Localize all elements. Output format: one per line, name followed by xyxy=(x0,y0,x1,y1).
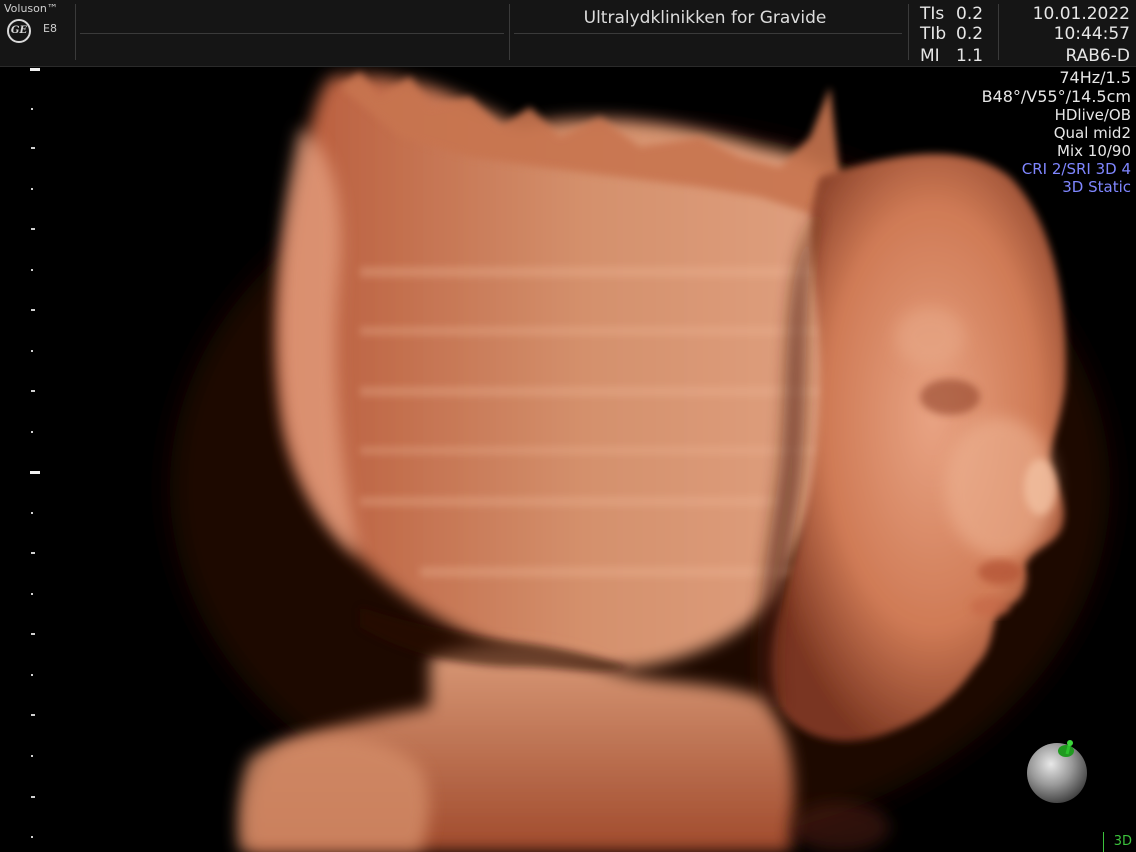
acquisition-status: 3D Static xyxy=(1062,178,1131,196)
param-label: MI xyxy=(920,46,940,66)
header-divider xyxy=(75,4,76,60)
brand-name: Voluson™ xyxy=(4,2,58,15)
header-field-line xyxy=(514,33,902,34)
header-bar: Voluson™ GE E8 Ultralydklinikken for Gra… xyxy=(0,0,1136,67)
param-mi: MI 1.1 xyxy=(920,46,990,66)
ge-logo-icon: GE xyxy=(7,19,31,43)
model-name: E8 xyxy=(43,22,57,35)
param-tis: TIs 0.2 xyxy=(920,4,990,24)
exam-date: 10.01.2022 xyxy=(1032,4,1130,24)
param-value: 0.2 xyxy=(956,24,984,44)
param-value: 1.1 xyxy=(956,46,984,66)
header-divider xyxy=(998,4,999,60)
clinic-name: Ultralydklinikken for Gravide xyxy=(583,8,827,28)
header-divider xyxy=(509,4,510,60)
frame-rate: 74Hz/1.5 xyxy=(1059,68,1131,87)
param-value: 0.2 xyxy=(956,4,984,24)
cri-sri-setting: CRI 2/SRI 3D 4 xyxy=(1021,160,1131,178)
scan-geometry: B48°/V55°/14.5cm xyxy=(981,87,1131,106)
depth-scale xyxy=(30,68,40,838)
ultrasound-image-area[interactable] xyxy=(0,67,1136,852)
exam-time: 10:44:57 xyxy=(1053,24,1130,44)
header-field-line xyxy=(80,33,504,34)
fetal-3d-render xyxy=(170,72,1110,852)
view-mode-label: 3D xyxy=(1113,834,1132,849)
param-tib: TIb 0.2 xyxy=(920,24,990,44)
probe-name: RAB6-D xyxy=(1065,46,1130,66)
header-divider xyxy=(908,4,909,60)
render-mode: HDlive/OB xyxy=(1054,106,1131,124)
quality-setting: Qual mid2 xyxy=(1053,124,1131,142)
param-label: TIb xyxy=(920,24,947,44)
acquisition-params: 74Hz/1.5 B48°/V55°/14.5cm HDlive/OB Qual… xyxy=(982,68,1131,196)
mix-setting: Mix 10/90 xyxy=(1057,142,1131,160)
param-label: TIs xyxy=(920,4,945,24)
orientation-ball-icon[interactable] xyxy=(1026,740,1088,804)
